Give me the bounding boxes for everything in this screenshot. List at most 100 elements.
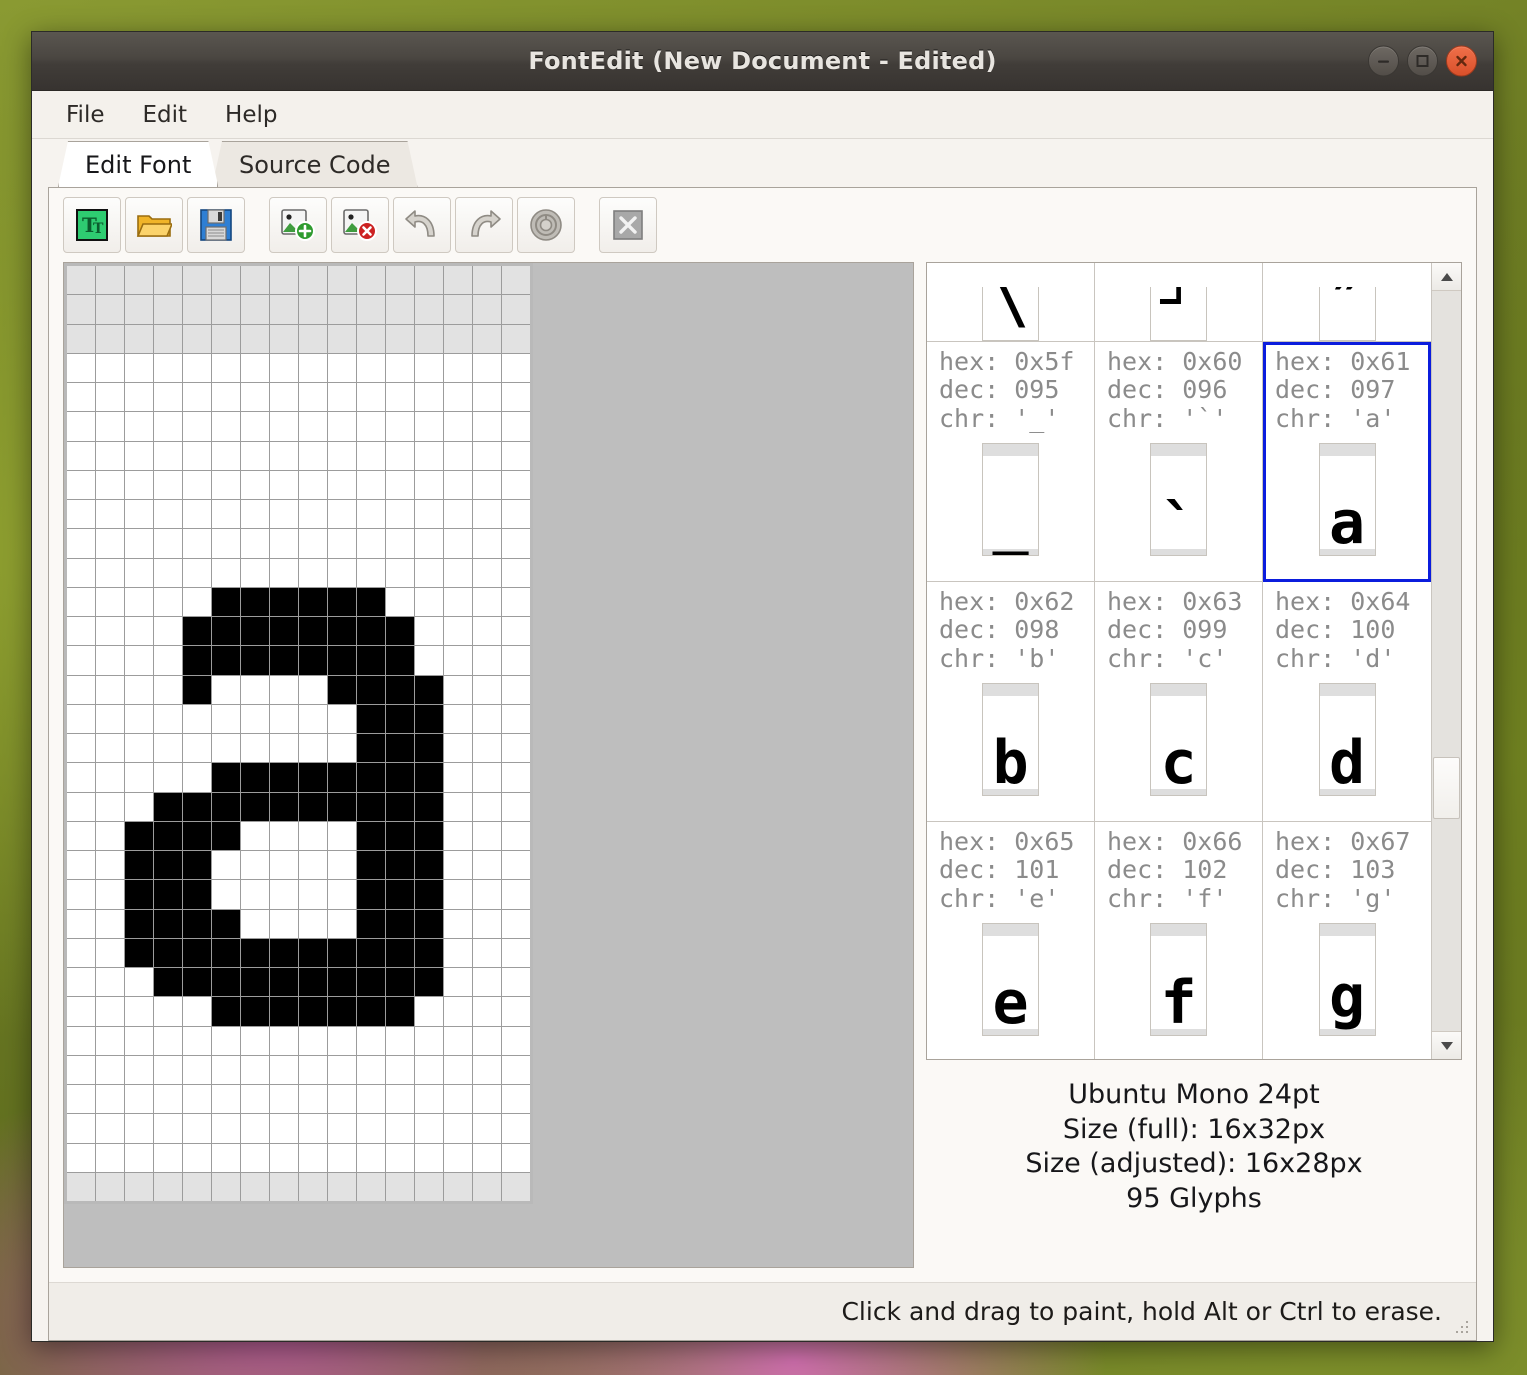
pixel-cell[interactable] [154, 1143, 182, 1172]
pixel-cell[interactable] [357, 353, 385, 382]
pixel-cell[interactable] [125, 880, 153, 909]
pixel-cell[interactable] [270, 441, 298, 470]
pixel-cell[interactable] [502, 587, 530, 616]
pixel-cell[interactable] [299, 324, 327, 353]
pixel-cell[interactable] [415, 324, 443, 353]
pixel-cell[interactable] [357, 1143, 385, 1172]
pixel-cell[interactable] [212, 500, 240, 529]
pixel-cell[interactable] [386, 383, 414, 412]
pixel-cell[interactable] [212, 938, 240, 967]
pixel-cell[interactable] [67, 1026, 95, 1055]
pixel-cell[interactable] [357, 470, 385, 499]
pixel-cell[interactable] [125, 821, 153, 850]
pixel-cell[interactable] [328, 617, 356, 646]
pixel-cell[interactable] [357, 1085, 385, 1114]
pixel-cell[interactable] [67, 938, 95, 967]
pixel-cell[interactable] [386, 558, 414, 587]
pixel-cell[interactable] [357, 1114, 385, 1143]
pixel-cell[interactable] [299, 763, 327, 792]
pixel-cell[interactable] [212, 324, 240, 353]
pixel-cell[interactable] [67, 1055, 95, 1084]
pixel-cell[interactable] [212, 763, 240, 792]
pixel-cell[interactable] [212, 1143, 240, 1172]
pixel-cell[interactable] [96, 792, 124, 821]
pixel-cell[interactable] [183, 792, 211, 821]
pixel-cell[interactable] [473, 792, 501, 821]
pixel-cell[interactable] [328, 558, 356, 587]
pixel-cell[interactable] [96, 266, 124, 295]
pixel-cell[interactable] [183, 1085, 211, 1114]
pixel-cell[interactable] [241, 1114, 269, 1143]
pixel-cell[interactable] [241, 383, 269, 412]
pixel-cell[interactable] [415, 617, 443, 646]
pixel-cell[interactable] [502, 1085, 530, 1114]
pixel-cell[interactable] [154, 704, 182, 733]
pixel-cell[interactable] [67, 324, 95, 353]
pixel-cell[interactable] [328, 938, 356, 967]
pixel-cell[interactable] [357, 295, 385, 324]
pixel-cell[interactable] [328, 1055, 356, 1084]
pixel-cell[interactable] [328, 646, 356, 675]
pixel-cell[interactable] [299, 704, 327, 733]
pixel-cell[interactable] [212, 734, 240, 763]
pixel-cell[interactable] [502, 441, 530, 470]
pixel-cell[interactable] [415, 851, 443, 880]
pixel-cell[interactable] [241, 1026, 269, 1055]
pixel-cell[interactable] [415, 266, 443, 295]
pixel-cell[interactable] [270, 1026, 298, 1055]
pixel-cell[interactable] [125, 763, 153, 792]
pixel-cell[interactable] [183, 1114, 211, 1143]
pixel-cell[interactable] [473, 617, 501, 646]
pixel-cell[interactable] [67, 529, 95, 558]
pixel-cell[interactable] [183, 558, 211, 587]
pixel-cell[interactable] [154, 412, 182, 441]
pixel-cell[interactable] [241, 1085, 269, 1114]
pixel-cell[interactable] [96, 353, 124, 382]
pixel-cell[interactable] [502, 968, 530, 997]
pixel-cell[interactable] [96, 441, 124, 470]
pixel-cell[interactable] [241, 1055, 269, 1084]
pixel-cell[interactable] [415, 821, 443, 850]
pixel-cell[interactable] [502, 412, 530, 441]
pixel-cell[interactable] [502, 324, 530, 353]
pixel-cell[interactable] [357, 558, 385, 587]
pixel-cell[interactable] [386, 441, 414, 470]
pixel-cell[interactable] [415, 968, 443, 997]
pixel-cell[interactable] [67, 880, 95, 909]
pixel-cell[interactable] [212, 383, 240, 412]
pixel-cell[interactable] [270, 500, 298, 529]
pixel-cell[interactable] [212, 587, 240, 616]
pixel-cell[interactable] [125, 734, 153, 763]
pixel-cell[interactable] [241, 968, 269, 997]
pixel-cell[interactable] [183, 734, 211, 763]
pixel-cell[interactable] [154, 1172, 182, 1201]
pixel-cell[interactable] [357, 529, 385, 558]
pixel-cell[interactable] [154, 500, 182, 529]
pixel-cell[interactable] [473, 1172, 501, 1201]
pixel-cell[interactable] [270, 383, 298, 412]
pixel-cell[interactable] [154, 997, 182, 1026]
pixel-cell[interactable] [270, 295, 298, 324]
pixel-cell[interactable] [212, 880, 240, 909]
pixel-cell[interactable] [241, 763, 269, 792]
pixel-cell[interactable] [154, 851, 182, 880]
pixel-cell[interactable] [154, 441, 182, 470]
pixel-cell[interactable] [154, 821, 182, 850]
pixel-cell[interactable] [415, 909, 443, 938]
pixel-cell[interactable] [96, 500, 124, 529]
pixel-cell[interactable] [183, 383, 211, 412]
pixel-cell[interactable] [241, 938, 269, 967]
pixel-cell[interactable] [502, 880, 530, 909]
glyph-list-scrollbar[interactable] [1431, 263, 1461, 1059]
pixel-cell[interactable] [125, 1143, 153, 1172]
glyph-preview-backslash[interactable]: \ [927, 263, 1095, 342]
pixel-grid-cells[interactable] [67, 266, 530, 1201]
pixel-cell[interactable] [154, 1114, 182, 1143]
pixel-cell[interactable] [96, 295, 124, 324]
pixel-cell[interactable] [473, 266, 501, 295]
pixel-cell[interactable] [386, 1055, 414, 1084]
pixel-cell[interactable] [241, 266, 269, 295]
pixel-cell[interactable] [444, 617, 472, 646]
pixel-cell[interactable] [67, 441, 95, 470]
pixel-cell[interactable] [183, 646, 211, 675]
